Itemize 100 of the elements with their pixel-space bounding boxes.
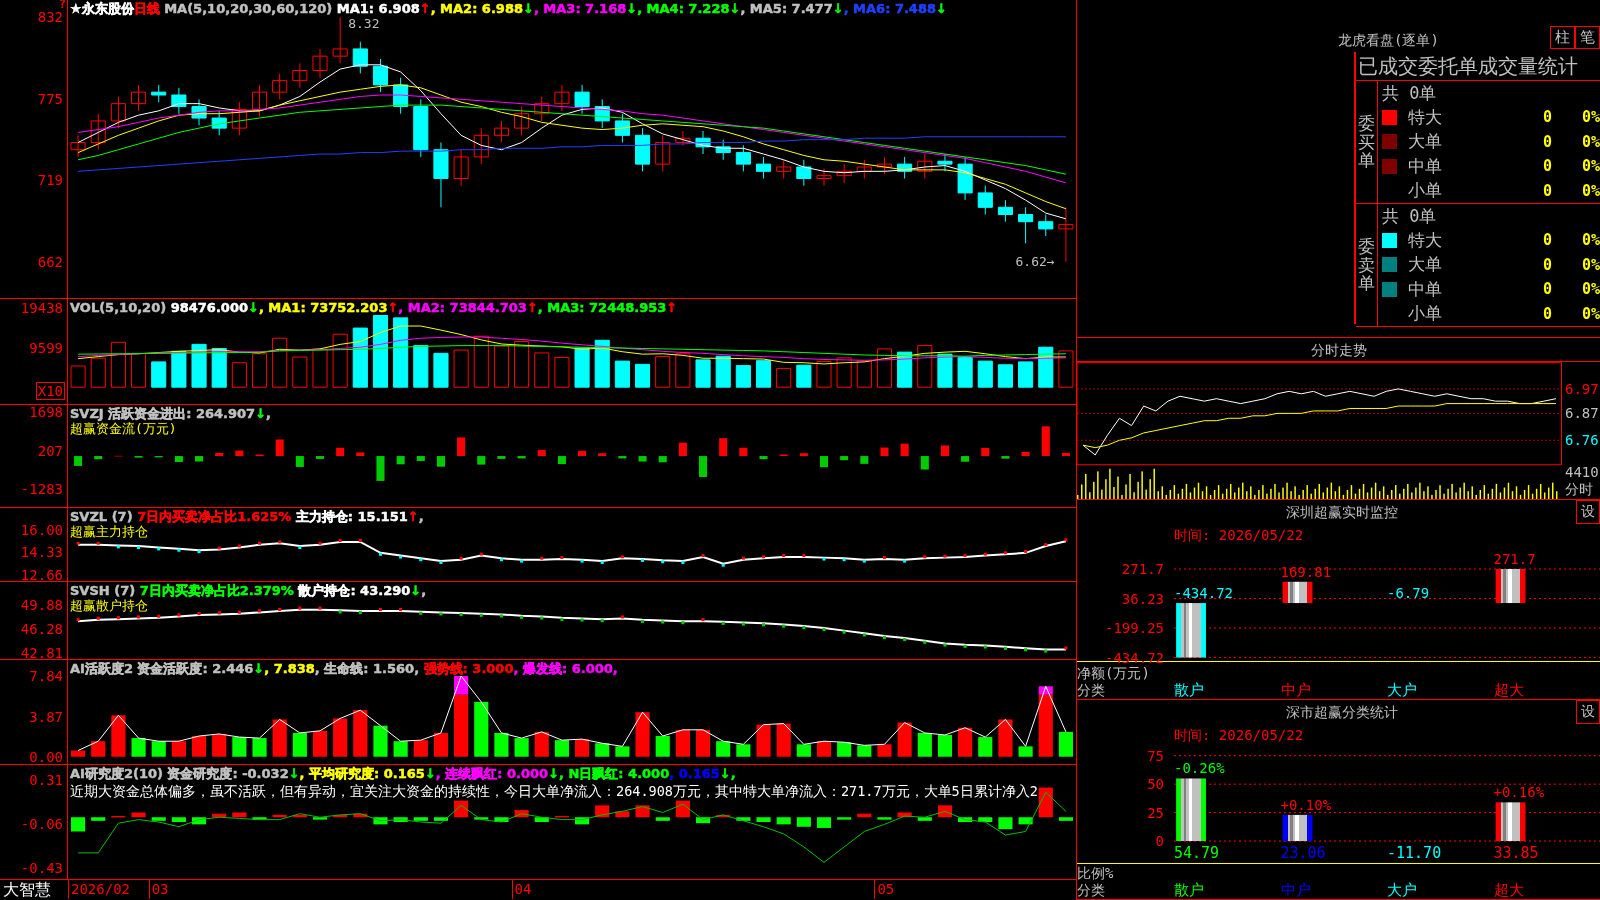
order-percent: 0% [1580, 304, 1600, 323]
category-label: 大户 [1387, 881, 1417, 899]
order-size-label: 特大 [1408, 228, 1443, 252]
axis-label: 7.84 [29, 668, 63, 684]
axis-label: 42.81 [20, 645, 63, 661]
category-label: 超大 [1493, 681, 1524, 699]
indicator-legend: AI研究度2(10) 资金研究度: -0.032↓, 平均研究度: 0.165↓, 连续飘红: 0.000↓, N日飘红: 4.000, 0.165↓, [70, 766, 736, 781]
axis-label: 3.87 [29, 709, 63, 725]
order-percent: 0% [1580, 132, 1600, 151]
axis-label: -1283 [20, 481, 63, 497]
axis-label: 6.87 [1565, 405, 1599, 421]
bar-value-label: -6.79 [1387, 586, 1430, 601]
bar-value-label: +0.10% [1280, 797, 1332, 812]
category-label: 超大 [1493, 881, 1524, 899]
axis-label: 662 [37, 254, 63, 270]
order-percent: 0% [1580, 181, 1600, 200]
order-percent: 0% [1580, 255, 1600, 274]
order-count: 0 [1541, 280, 1552, 299]
indicator-legend: ★永东股份日线 MA(5,10,20,30,60,120) MA1: 6.908↑, MA2: 6.988↓, MA3: 7.168↓, MA4: 7.228↓, MA5: 7.477↓, MA6: 7.488↓ [70, 1, 947, 16]
bar-value-label: -434.72 [1174, 586, 1233, 601]
category-label: 中户 [1280, 681, 1311, 699]
order-size-label: 小单 [1408, 179, 1443, 203]
axis-label: -0.06 [20, 816, 63, 832]
axis-label: 19438 [20, 300, 63, 316]
indicator-legend: VOL(5,10,20) 98476.000↓, MA1: 73752.203↑, MA2: 73844.703↑, MA3: 72448.953↑ [70, 300, 678, 315]
axis-label: 6.76 [1565, 432, 1599, 448]
group-label: 委买单 [1358, 113, 1375, 171]
axis-label: 9599 [29, 340, 63, 356]
axis-label: 50 [1147, 776, 1164, 792]
axis-label: 271.7 [1121, 561, 1164, 577]
date-label: 04 [511, 880, 532, 899]
indicator-subtitle: 超赢散户持仓 [70, 598, 148, 613]
order-size-label: 中单 [1408, 154, 1443, 178]
axis-label: 832 [37, 9, 63, 25]
axis-label: 0 [1155, 833, 1164, 849]
axis-label: 775 [37, 91, 63, 107]
timestamp: 时间: 2026/05/22 [1173, 726, 1305, 745]
order-count: 0 [1541, 304, 1552, 323]
bar-value-label: 23.06 [1280, 844, 1326, 862]
axis-label: 0.31 [29, 772, 63, 788]
order-count: 0 [1541, 181, 1552, 200]
date-label: 2026/02 [68, 880, 130, 899]
date-label: 03 [148, 880, 169, 899]
group-label: 委卖单 [1358, 236, 1375, 294]
high-price-label: 8.32 [348, 17, 380, 32]
axis-label: -434.72 [1105, 650, 1164, 666]
bar-value-label: +0.16% [1493, 785, 1545, 800]
order-count: 0 [1541, 108, 1552, 127]
axis-label: 12.66 [20, 567, 63, 583]
indicator-subtitle: 超赢资金流(万元) [70, 421, 177, 436]
indicator-legend: SVZJ 活跃资金进出: 264.907↓, [70, 406, 271, 421]
category-label: 散户 [1174, 681, 1204, 699]
axis-title: 比例% [1077, 865, 1115, 882]
axis-title: 净额(万元) [1077, 665, 1151, 682]
axis-label: 49.88 [20, 597, 63, 613]
order-percent: 0% [1580, 231, 1600, 250]
indicator-legend: SVZL (7) 7日内买卖净占比1.625% 主力持仓: 15.151↑, [70, 509, 424, 524]
axis-label: 46.28 [20, 621, 63, 637]
order-size-label: 小单 [1408, 302, 1443, 326]
scale-label: X10 [35, 382, 65, 400]
axis-label: 16.00 [20, 522, 63, 538]
bar-value-label: 169.81 [1280, 564, 1332, 579]
order-size-label: 大单 [1408, 130, 1443, 154]
bar-value-label: 271.7 [1493, 552, 1536, 566]
date-label: 05 [874, 880, 895, 899]
low-price-label: 6.62→ [1015, 255, 1055, 269]
category-label: 散户 [1174, 881, 1204, 899]
axis-label: 0.00 [29, 749, 63, 765]
axis-title: 分类 [1077, 682, 1106, 699]
axis-label: 6.97 [1565, 381, 1599, 397]
timestamp: 时间: 2026/05/22 [1173, 526, 1305, 545]
panel-title: 分时走势 [1077, 338, 1600, 362]
axis-label: 1698 [29, 404, 63, 420]
axis-title: 分类 [1077, 882, 1106, 899]
order-count: 0 [1541, 231, 1552, 250]
axis-label: 75 [1147, 748, 1164, 764]
bar-value-label: 33.85 [1493, 844, 1539, 862]
axis-label: 4410 [1565, 464, 1599, 480]
order-percent: 0% [1580, 108, 1600, 127]
order-size-label: 中单 [1408, 277, 1443, 301]
panel-title: 深市超赢分类统计 [1284, 703, 1399, 722]
order-total: 共 0单 [1382, 82, 1438, 105]
analysis-comment: 近期大资金总体偏多，虽不活跃，但有异动，宜关注大资金的持续性，今日大单净流入：264.908万元，其中特大单净流入：271.7万元，大单5日累计净入2 [70, 783, 1038, 799]
order-size-label: 大单 [1408, 253, 1443, 277]
axis-label: 36.23 [1121, 591, 1164, 606]
axis-label: 719 [37, 172, 63, 188]
panel-title: 深圳超赢实时监控 [1284, 503, 1399, 522]
axis-label: 分时 [1565, 481, 1593, 497]
axis-label: -199.25 [1105, 620, 1164, 636]
order-count: 0 [1541, 157, 1552, 176]
axis-label: 25 [1147, 805, 1164, 821]
bar-value-label: 54.79 [1174, 844, 1220, 862]
indicator-legend: AI活跃度2 资金活跃度: 2.446↓, 7.838, 生命线: 1.560, 强势线: 3.000, 爆发线: 6.000, [70, 661, 618, 676]
bar-value-label: -11.70 [1387, 844, 1442, 862]
order-total: 共 0单 [1382, 205, 1438, 228]
indicator-subtitle: 超赢主力持仓 [70, 524, 148, 539]
axis-label: 14.33 [20, 544, 63, 560]
indicator-legend: SVSH (7) 7日内买卖净占比2.379% 散户持仓: 43.290↓, [70, 583, 427, 598]
axis-label: -0.43 [20, 860, 63, 876]
category-label: 大户 [1387, 681, 1417, 699]
